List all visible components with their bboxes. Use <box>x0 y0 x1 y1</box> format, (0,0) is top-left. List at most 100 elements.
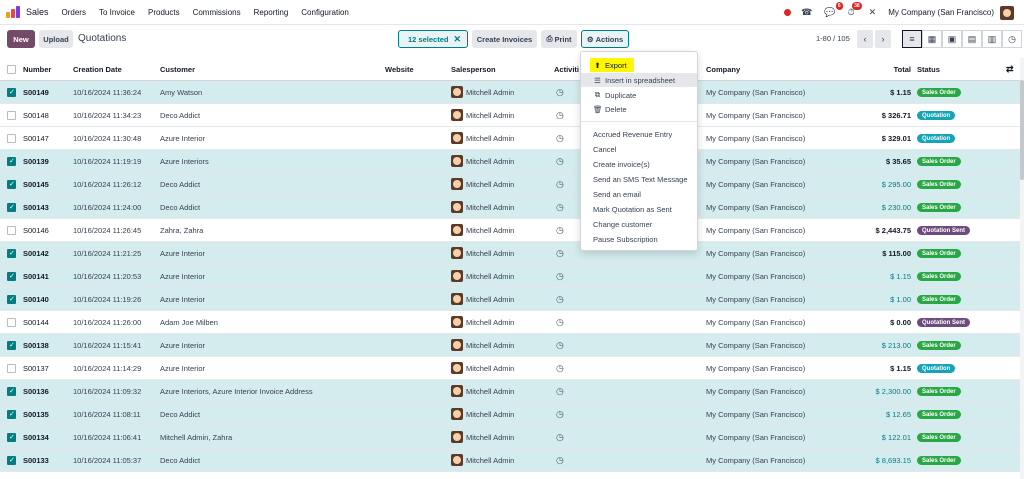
user-avatar[interactable] <box>1000 5 1014 20</box>
salesperson-cell[interactable]: Mitchell Admin <box>451 454 514 466</box>
row-checkbox[interactable] <box>7 386 16 396</box>
table-row[interactable]: S00136 10/16/2024 11:09:32 Azure Interiors… <box>0 380 1024 403</box>
menu-orders[interactable]: Orders <box>62 8 86 17</box>
calendar-view-icon[interactable]: ▣ <box>942 30 962 48</box>
row-checkbox[interactable] <box>7 202 16 212</box>
chat-icon[interactable]: 💬 6 <box>824 2 843 18</box>
pivot-view-icon[interactable]: ▤ <box>962 30 982 48</box>
table-row[interactable]: S00143 10/16/2024 11:24:00 Deco Addict Mitc… <box>0 196 1024 219</box>
graph-view-icon[interactable]: ▥ <box>982 30 1002 48</box>
activity-clock-icon[interactable]: ◷ <box>556 432 564 443</box>
row-checkbox[interactable] <box>7 363 16 373</box>
table-row[interactable]: S00135 10/16/2024 11:08:11 Deco Addict Mitc… <box>0 403 1024 426</box>
table-row[interactable]: S00139 10/16/2024 11:19:19 Azure Interiors… <box>0 150 1024 173</box>
print-button[interactable]: ⎙ Print <box>541 30 577 48</box>
table-row[interactable]: S00144 10/16/2024 11:26:00 Adam Joe Milben… <box>0 311 1024 334</box>
phone-icon[interactable]: ☎ <box>801 7 812 18</box>
pager-next-icon[interactable]: › <box>875 30 891 48</box>
create-invoices-menu-item[interactable]: Create invoice(s) <box>581 157 697 171</box>
salesperson-cell[interactable]: Mitchell Admin <box>451 86 514 98</box>
activity-clock-icon[interactable]: ◷ <box>556 294 564 305</box>
header-customer[interactable]: Customer <box>160 65 195 74</box>
salesperson-cell[interactable]: Mitchell Admin <box>451 178 514 190</box>
send-sms-menu-item[interactable]: Send an SMS Text Message <box>581 172 697 186</box>
salesperson-cell[interactable]: Mitchell Admin <box>451 385 514 397</box>
cancel-menu-item[interactable]: Cancel <box>581 142 697 156</box>
table-row[interactable]: S00137 10/16/2024 11:14:29 Azure Interior M… <box>0 357 1024 380</box>
header-company[interactable]: Company <box>706 65 740 74</box>
row-checkbox[interactable] <box>7 156 16 166</box>
tools-icon[interactable]: ✕ <box>869 7 877 18</box>
row-checkbox[interactable] <box>7 409 16 419</box>
menu-to-invoice[interactable]: To Invoice <box>99 8 135 17</box>
header-total[interactable]: Total <box>894 65 911 74</box>
salesperson-cell[interactable]: Mitchell Admin <box>451 339 514 351</box>
clear-selection-icon[interactable]: ✕ <box>453 34 461 45</box>
row-checkbox[interactable] <box>7 455 16 465</box>
delete-menu-item[interactable]: 🗑 Delete <box>581 102 697 116</box>
table-row[interactable]: S00134 10/16/2024 11:06:41 Mitchell Admin,… <box>0 426 1024 449</box>
activity-clock-icon[interactable]: ◷ <box>556 87 564 98</box>
row-checkbox[interactable] <box>7 110 16 120</box>
export-menu-item[interactable]: ⬆ Export <box>590 58 634 72</box>
row-checkbox[interactable] <box>7 133 16 143</box>
pager-previous-icon[interactable]: ‹ <box>857 30 873 48</box>
activity-clock-icon[interactable]: ◷ <box>556 363 564 374</box>
activity-clock-icon[interactable]: ◷ <box>556 340 564 351</box>
duplicate-menu-item[interactable]: ⧉ Duplicate <box>581 88 697 102</box>
create-invoices-button[interactable]: Create Invoices <box>472 30 537 48</box>
activity-clock-icon[interactable]: ◷ <box>556 455 564 466</box>
activity-clock-icon[interactable]: ◷ <box>556 271 564 282</box>
change-customer-menu-item[interactable]: Change customer <box>581 217 697 231</box>
row-checkbox[interactable] <box>7 340 16 350</box>
header-number[interactable]: Number <box>23 65 51 74</box>
activity-clock-icon[interactable]: ◷ <box>556 202 564 213</box>
header-activities[interactable]: Activiti <box>554 65 579 74</box>
salesperson-cell[interactable]: Mitchell Admin <box>451 201 514 213</box>
sales-app-icon[interactable] <box>6 6 20 18</box>
table-row[interactable]: S00149 10/16/2024 11:36:24 Amy Watson Mitch… <box>0 81 1024 104</box>
activity-clock-icon[interactable]: ◷ <box>556 179 564 190</box>
insert-spreadsheet-menu-item[interactable]: ☰ Insert in spreadsheet <box>581 73 697 87</box>
actions-button[interactable]: ⚙ Actions <box>581 30 629 48</box>
row-checkbox[interactable] <box>7 87 16 97</box>
send-email-menu-item[interactable]: Send an email <box>581 187 697 201</box>
mark-sent-menu-item[interactable]: Mark Quotation as Sent <box>581 202 697 216</box>
accrued-revenue-menu-item[interactable]: Accrued Revenue Entry <box>581 127 697 141</box>
salesperson-cell[interactable]: Mitchell Admin <box>451 109 514 121</box>
activity-clock-icon[interactable]: ◷ <box>556 317 564 328</box>
status-dot-icon[interactable] <box>784 9 792 16</box>
activity-clock-icon[interactable]: ◷ <box>556 409 564 420</box>
salesperson-cell[interactable]: Mitchell Admin <box>451 132 514 144</box>
table-row[interactable]: S00133 10/16/2024 11:05:37 Deco Addict Mitc… <box>0 449 1024 472</box>
row-checkbox[interactable] <box>7 225 16 235</box>
table-row[interactable]: S00141 10/16/2024 11:20:53 Azure Interior M… <box>0 265 1024 288</box>
header-status[interactable]: Status <box>917 65 940 74</box>
optional-columns-icon[interactable]: ⇄ <box>1006 64 1014 75</box>
table-row[interactable]: S00142 10/16/2024 11:21:25 Azure Interior M… <box>0 242 1024 265</box>
company-switcher[interactable]: My Company (San Francisco) <box>888 8 994 17</box>
activity-clock-icon[interactable]: ◷ <box>556 133 564 144</box>
activity-clock-icon[interactable]: ◷ <box>556 110 564 121</box>
pause-subscription-menu-item[interactable]: Pause Subscription <box>581 232 697 246</box>
salesperson-cell[interactable]: Mitchell Admin <box>451 155 514 167</box>
menu-reporting[interactable]: Reporting <box>254 8 289 17</box>
upload-button[interactable]: Upload <box>39 30 73 48</box>
salesperson-cell[interactable]: Mitchell Admin <box>451 270 514 282</box>
activity-clock-icon[interactable]: ◷ <box>556 156 564 167</box>
menu-products[interactable]: Products <box>148 8 180 17</box>
table-row[interactable]: S00145 10/16/2024 11:26:12 Deco Addict Mitc… <box>0 173 1024 196</box>
app-name[interactable]: Sales <box>26 7 49 17</box>
header-website[interactable]: Website <box>385 65 414 74</box>
salesperson-cell[interactable]: Mitchell Admin <box>451 224 514 236</box>
salesperson-cell[interactable]: Mitchell Admin <box>451 316 514 328</box>
table-row[interactable]: S00147 10/16/2024 11:30:48 Azure Interior M… <box>0 127 1024 150</box>
row-checkbox[interactable] <box>7 248 16 258</box>
table-row[interactable]: S00148 10/16/2024 11:34:23 Deco Addict Mitc… <box>0 104 1024 127</box>
salesperson-cell[interactable]: Mitchell Admin <box>451 293 514 305</box>
row-checkbox[interactable] <box>7 271 16 281</box>
activity-clock-icon[interactable]: ◷ <box>556 248 564 259</box>
menu-commissions[interactable]: Commissions <box>193 8 241 17</box>
header-salesperson[interactable]: Salesperson <box>451 65 496 74</box>
salesperson-cell[interactable]: Mitchell Admin <box>451 408 514 420</box>
